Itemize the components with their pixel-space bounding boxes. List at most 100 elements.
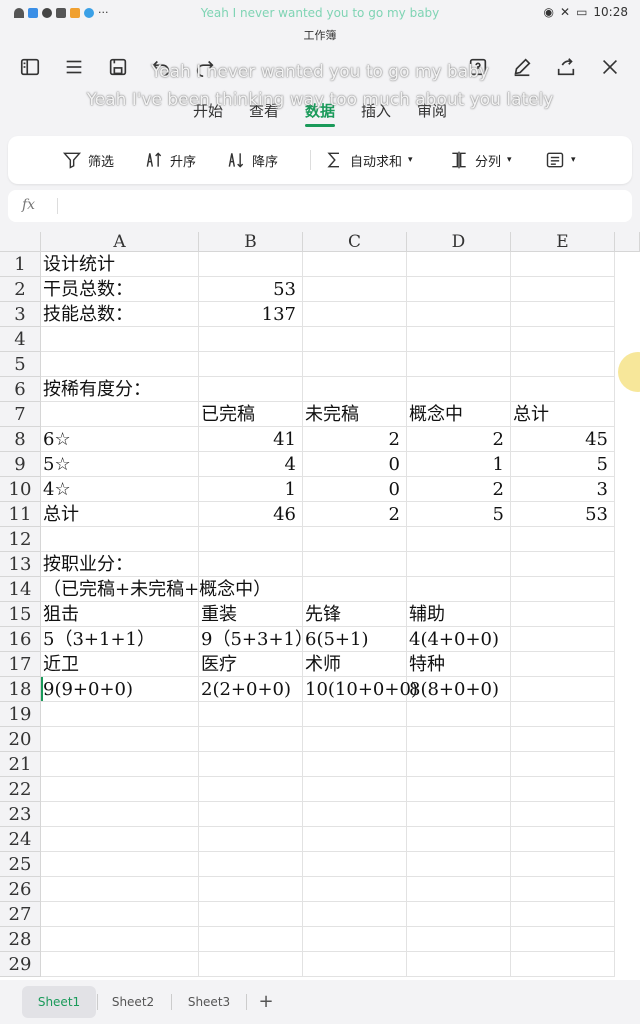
cell-a16[interactable]: 5（3+1+1） [41,627,199,652]
row-header-27[interactable]: 27 [0,902,41,927]
cell-d3[interactable] [407,302,511,327]
row-header-29[interactable]: 29 [0,952,41,977]
split-button[interactable]: 分列 ▾ [449,150,512,170]
cell-b3[interactable]: 137 [199,302,303,327]
cell-a18[interactable]: 9(9+0+0) [41,677,199,702]
cell-c21[interactable] [303,752,407,777]
cell-d8[interactable]: 2 [407,427,511,452]
cell-c15[interactable]: 先锋 [303,602,407,627]
cell-c24[interactable] [303,827,407,852]
cell-d12[interactable] [407,527,511,552]
cell-a1[interactable]: 设计统计 [41,252,199,277]
cell-a7[interactable] [41,402,199,427]
cell-c17[interactable]: 术师 [303,652,407,677]
cell-a11[interactable]: 总计 [41,502,199,527]
cell-c20[interactable] [303,727,407,752]
cell-a9[interactable]: 5☆ [41,452,199,477]
cell-d4[interactable] [407,327,511,352]
cell-c11[interactable]: 2 [303,502,407,527]
cell-a27[interactable] [41,902,199,927]
cell-c12[interactable] [303,527,407,552]
cell-b25[interactable] [199,852,303,877]
row-header-19[interactable]: 19 [0,702,41,727]
cell-a23[interactable] [41,802,199,827]
cell-b1[interactable] [199,252,303,277]
cell-d1[interactable] [407,252,511,277]
cell-e17[interactable] [511,652,615,677]
cell-a22[interactable] [41,777,199,802]
cell-c18[interactable]: 10(10+0+0) [303,677,418,702]
cell-e22[interactable] [511,777,615,802]
cell-a28[interactable] [41,927,199,952]
cell-e24[interactable] [511,827,615,852]
cell-b13[interactable] [199,552,303,577]
cell-d9[interactable]: 1 [407,452,511,477]
cell-a4[interactable] [41,327,199,352]
cell-c3[interactable] [303,302,407,327]
cell-e16[interactable] [511,627,615,652]
cell-c10[interactable]: 0 [303,477,407,502]
cell-e2[interactable] [511,277,615,302]
row-header-8[interactable]: 8 [0,427,41,452]
row-header-16[interactable]: 16 [0,627,41,652]
sheet-tab-3[interactable]: Sheet3 [174,986,244,1018]
row-header-12[interactable]: 12 [0,527,41,552]
cell-d11[interactable]: 5 [407,502,511,527]
cell-d17[interactable]: 特种 [407,652,511,677]
cell-a6[interactable]: 按稀有度分： [41,377,199,402]
cell-c9[interactable]: 0 [303,452,407,477]
cell-e10[interactable]: 3 [511,477,615,502]
cell-a15[interactable]: 狙击 [41,602,199,627]
cell-e29[interactable] [511,952,615,977]
cell-a5[interactable] [41,352,199,377]
cell-c16[interactable]: 6(5+1) [303,627,407,652]
cell-c4[interactable] [303,327,407,352]
column-header-a[interactable]: A [41,232,199,252]
cell-d5[interactable] [407,352,511,377]
cell-a17[interactable]: 近卫 [41,652,199,677]
more-options-button[interactable]: ▾ [545,150,576,170]
row-header-2[interactable]: 2 [0,277,41,302]
cell-a25[interactable] [41,852,199,877]
row-header-20[interactable]: 20 [0,727,41,752]
cell-b21[interactable] [199,752,303,777]
cell-b28[interactable] [199,927,303,952]
row-header-21[interactable]: 21 [0,752,41,777]
cell-a8[interactable]: 6☆ [41,427,199,452]
cell-a21[interactable] [41,752,199,777]
cell-d18[interactable]: 8(8+0+0) [407,677,511,702]
cell-d20[interactable] [407,727,511,752]
row-header-10[interactable]: 10 [0,477,41,502]
cell-b4[interactable] [199,327,303,352]
row-header-14[interactable]: 14 [0,577,41,602]
cell-c19[interactable] [303,702,407,727]
row-header-15[interactable]: 15 [0,602,41,627]
row-header-7[interactable]: 7 [0,402,41,427]
sheet-tab-2[interactable]: Sheet2 [98,986,168,1018]
cell-e19[interactable] [511,702,615,727]
row-header-5[interactable]: 5 [0,352,41,377]
cell-b20[interactable] [199,727,303,752]
column-header-e[interactable]: E [511,232,615,252]
cell-e26[interactable] [511,877,615,902]
sort-desc-button[interactable]: 降序 [226,150,278,170]
cell-c26[interactable] [303,877,407,902]
cell-b15[interactable]: 重装 [199,602,303,627]
cell-d24[interactable] [407,827,511,852]
cell-e8[interactable]: 45 [511,427,615,452]
cell-d29[interactable] [407,952,511,977]
cell-b16[interactable]: 9（5+3+1） [199,627,313,652]
cell-b24[interactable] [199,827,303,852]
cell-e11[interactable]: 53 [511,502,615,527]
cell-c8[interactable]: 2 [303,427,407,452]
cell-b27[interactable] [199,902,303,927]
add-sheet-button[interactable]: + [252,986,280,1018]
filter-button[interactable]: 筛选 [62,150,114,170]
cell-b18[interactable]: 2(2+0+0) [199,677,303,702]
cell-b6[interactable] [199,377,303,402]
cell-c22[interactable] [303,777,407,802]
cell-e23[interactable] [511,802,615,827]
cell-d27[interactable] [407,902,511,927]
cell-e20[interactable] [511,727,615,752]
cell-b10[interactable]: 1 [199,477,303,502]
